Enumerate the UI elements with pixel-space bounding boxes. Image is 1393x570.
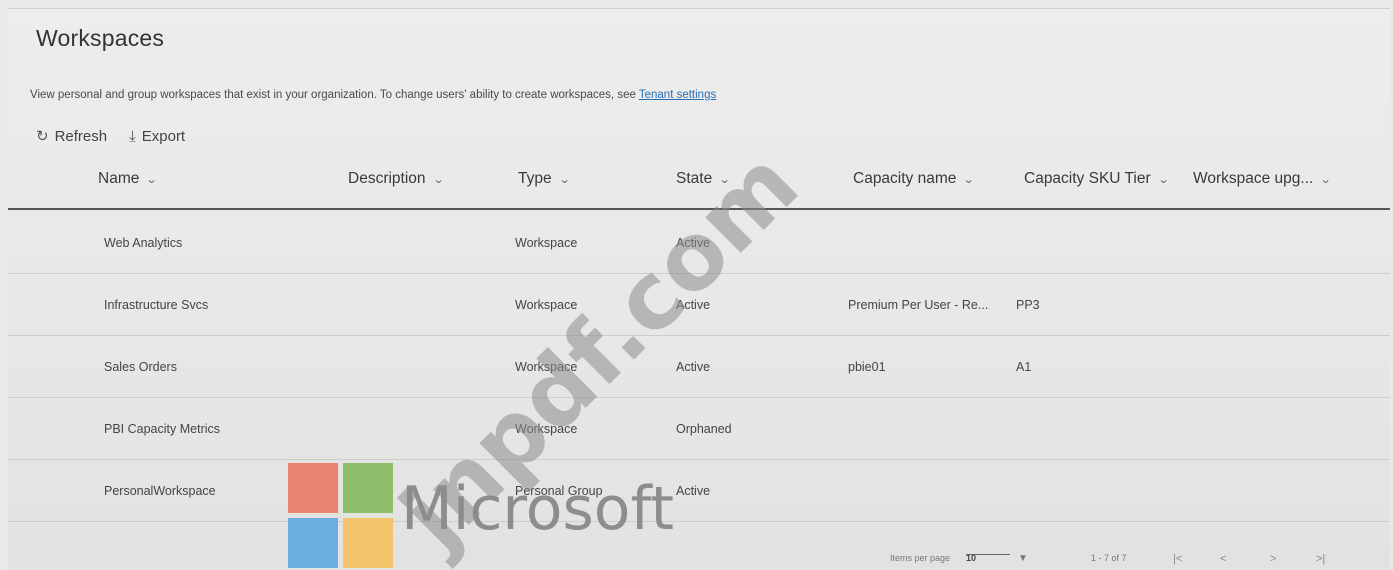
cell-state: Active bbox=[676, 484, 711, 498]
table-row[interactable]: Infrastructure Svcs Workspace Active Pre… bbox=[8, 274, 1390, 336]
table-row[interactable]: PBI Capacity Metrics Workspace Orphaned bbox=[8, 398, 1390, 460]
page-range: 1 - 7 of 7 bbox=[1091, 553, 1127, 563]
logo-square-red bbox=[288, 463, 338, 513]
download-icon: ⤓ bbox=[129, 127, 136, 145]
column-header-workspace-upgrade[interactable]: Workspace upg... ⌄ bbox=[1193, 170, 1332, 188]
export-label: Export bbox=[141, 127, 186, 145]
cell-sku-tier: A1 bbox=[1016, 360, 1032, 374]
chevron-down-icon: ⌄ bbox=[145, 174, 158, 186]
cell-type: Workspace bbox=[515, 298, 578, 312]
cell-capacity-name: pbie01 bbox=[848, 360, 886, 374]
cell-state: Active bbox=[676, 236, 711, 250]
cell-sku-tier: PP3 bbox=[1016, 298, 1040, 312]
toolbar: ↻ Refresh ⤓ Export bbox=[36, 123, 185, 149]
table-header: Name ⌄ Description ⌄ Type ⌄ State ⌄ Capacity… bbox=[8, 154, 1390, 210]
cell-state: Orphaned bbox=[676, 422, 732, 436]
column-header-state[interactable]: State ⌄ bbox=[676, 170, 731, 188]
chevron-down-icon: ⌄ bbox=[1157, 174, 1170, 186]
refresh-icon: ↻ bbox=[36, 128, 49, 145]
cell-type: Workspace bbox=[515, 360, 578, 374]
pagination: Items per page 10 ▼ 1 - 7 of 7 |< < > >| bbox=[8, 553, 1390, 567]
export-button[interactable]: ⤓ Export bbox=[129, 128, 185, 145]
table-row[interactable]: PersonalWorkspace Personal Group Active bbox=[8, 460, 1390, 522]
next-page-button[interactable]: > bbox=[1270, 553, 1276, 565]
microsoft-logo bbox=[288, 463, 393, 568]
cell-capacity-name: Premium Per User - Re... bbox=[848, 298, 989, 312]
cell-name[interactable]: Infrastructure Svcs bbox=[104, 298, 208, 312]
microsoft-logo-text: Microsoft bbox=[401, 474, 675, 544]
cell-type: Workspace bbox=[515, 236, 578, 250]
logo-square-yellow bbox=[343, 518, 393, 568]
refresh-button[interactable]: ↻ Refresh bbox=[36, 127, 108, 146]
items-per-page-select[interactable]: 10 bbox=[966, 553, 1010, 563]
table-row[interactable]: Sales Orders Workspace Active pbie01 A1 bbox=[8, 336, 1390, 398]
previous-page-button[interactable]: < bbox=[1220, 553, 1226, 565]
last-page-button[interactable]: >| bbox=[1316, 553, 1325, 565]
page-description-text: View personal and group workspaces that … bbox=[30, 89, 636, 101]
page-title: Workspaces bbox=[36, 25, 165, 51]
cell-state: Active bbox=[676, 298, 711, 312]
column-header-type[interactable]: Type ⌄ bbox=[518, 170, 571, 188]
chevron-down-icon: ⌄ bbox=[432, 174, 445, 186]
column-header-description[interactable]: Description ⌄ bbox=[348, 170, 445, 188]
cell-name[interactable]: PersonalWorkspace bbox=[104, 484, 216, 498]
workspaces-panel: Workspaces View personal and group works… bbox=[8, 8, 1390, 570]
cell-state: Active bbox=[676, 360, 711, 374]
cell-type: Workspace bbox=[515, 422, 578, 436]
chevron-down-icon: ⌄ bbox=[963, 174, 975, 186]
column-header-capacity-name[interactable]: Capacity name ⌄ bbox=[853, 170, 975, 188]
column-header-name[interactable]: Name ⌄ bbox=[98, 170, 158, 188]
chevron-down-icon: ⌄ bbox=[1319, 174, 1332, 186]
table-row[interactable]: Web Analytics Workspace Active bbox=[8, 212, 1390, 274]
cell-name[interactable]: Sales Orders bbox=[104, 360, 177, 374]
cell-name[interactable]: PBI Capacity Metrics bbox=[104, 422, 220, 436]
refresh-label: Refresh bbox=[54, 127, 108, 145]
logo-square-green bbox=[343, 463, 393, 513]
cell-name[interactable]: Web Analytics bbox=[104, 236, 182, 250]
column-header-capacity-sku-tier[interactable]: Capacity SKU Tier ⌄ bbox=[1024, 170, 1170, 188]
tenant-settings-link[interactable]: Tenant settings bbox=[639, 89, 716, 101]
chevron-down-icon: ⌄ bbox=[558, 174, 571, 186]
caret-down-icon[interactable]: ▼ bbox=[1018, 553, 1028, 564]
items-per-page-label: Items per page bbox=[890, 553, 951, 563]
page-description: View personal and group workspaces that … bbox=[30, 89, 716, 101]
first-page-button[interactable]: |< bbox=[1173, 553, 1182, 565]
chevron-down-icon: ⌄ bbox=[718, 174, 731, 186]
logo-square-blue bbox=[288, 518, 338, 568]
